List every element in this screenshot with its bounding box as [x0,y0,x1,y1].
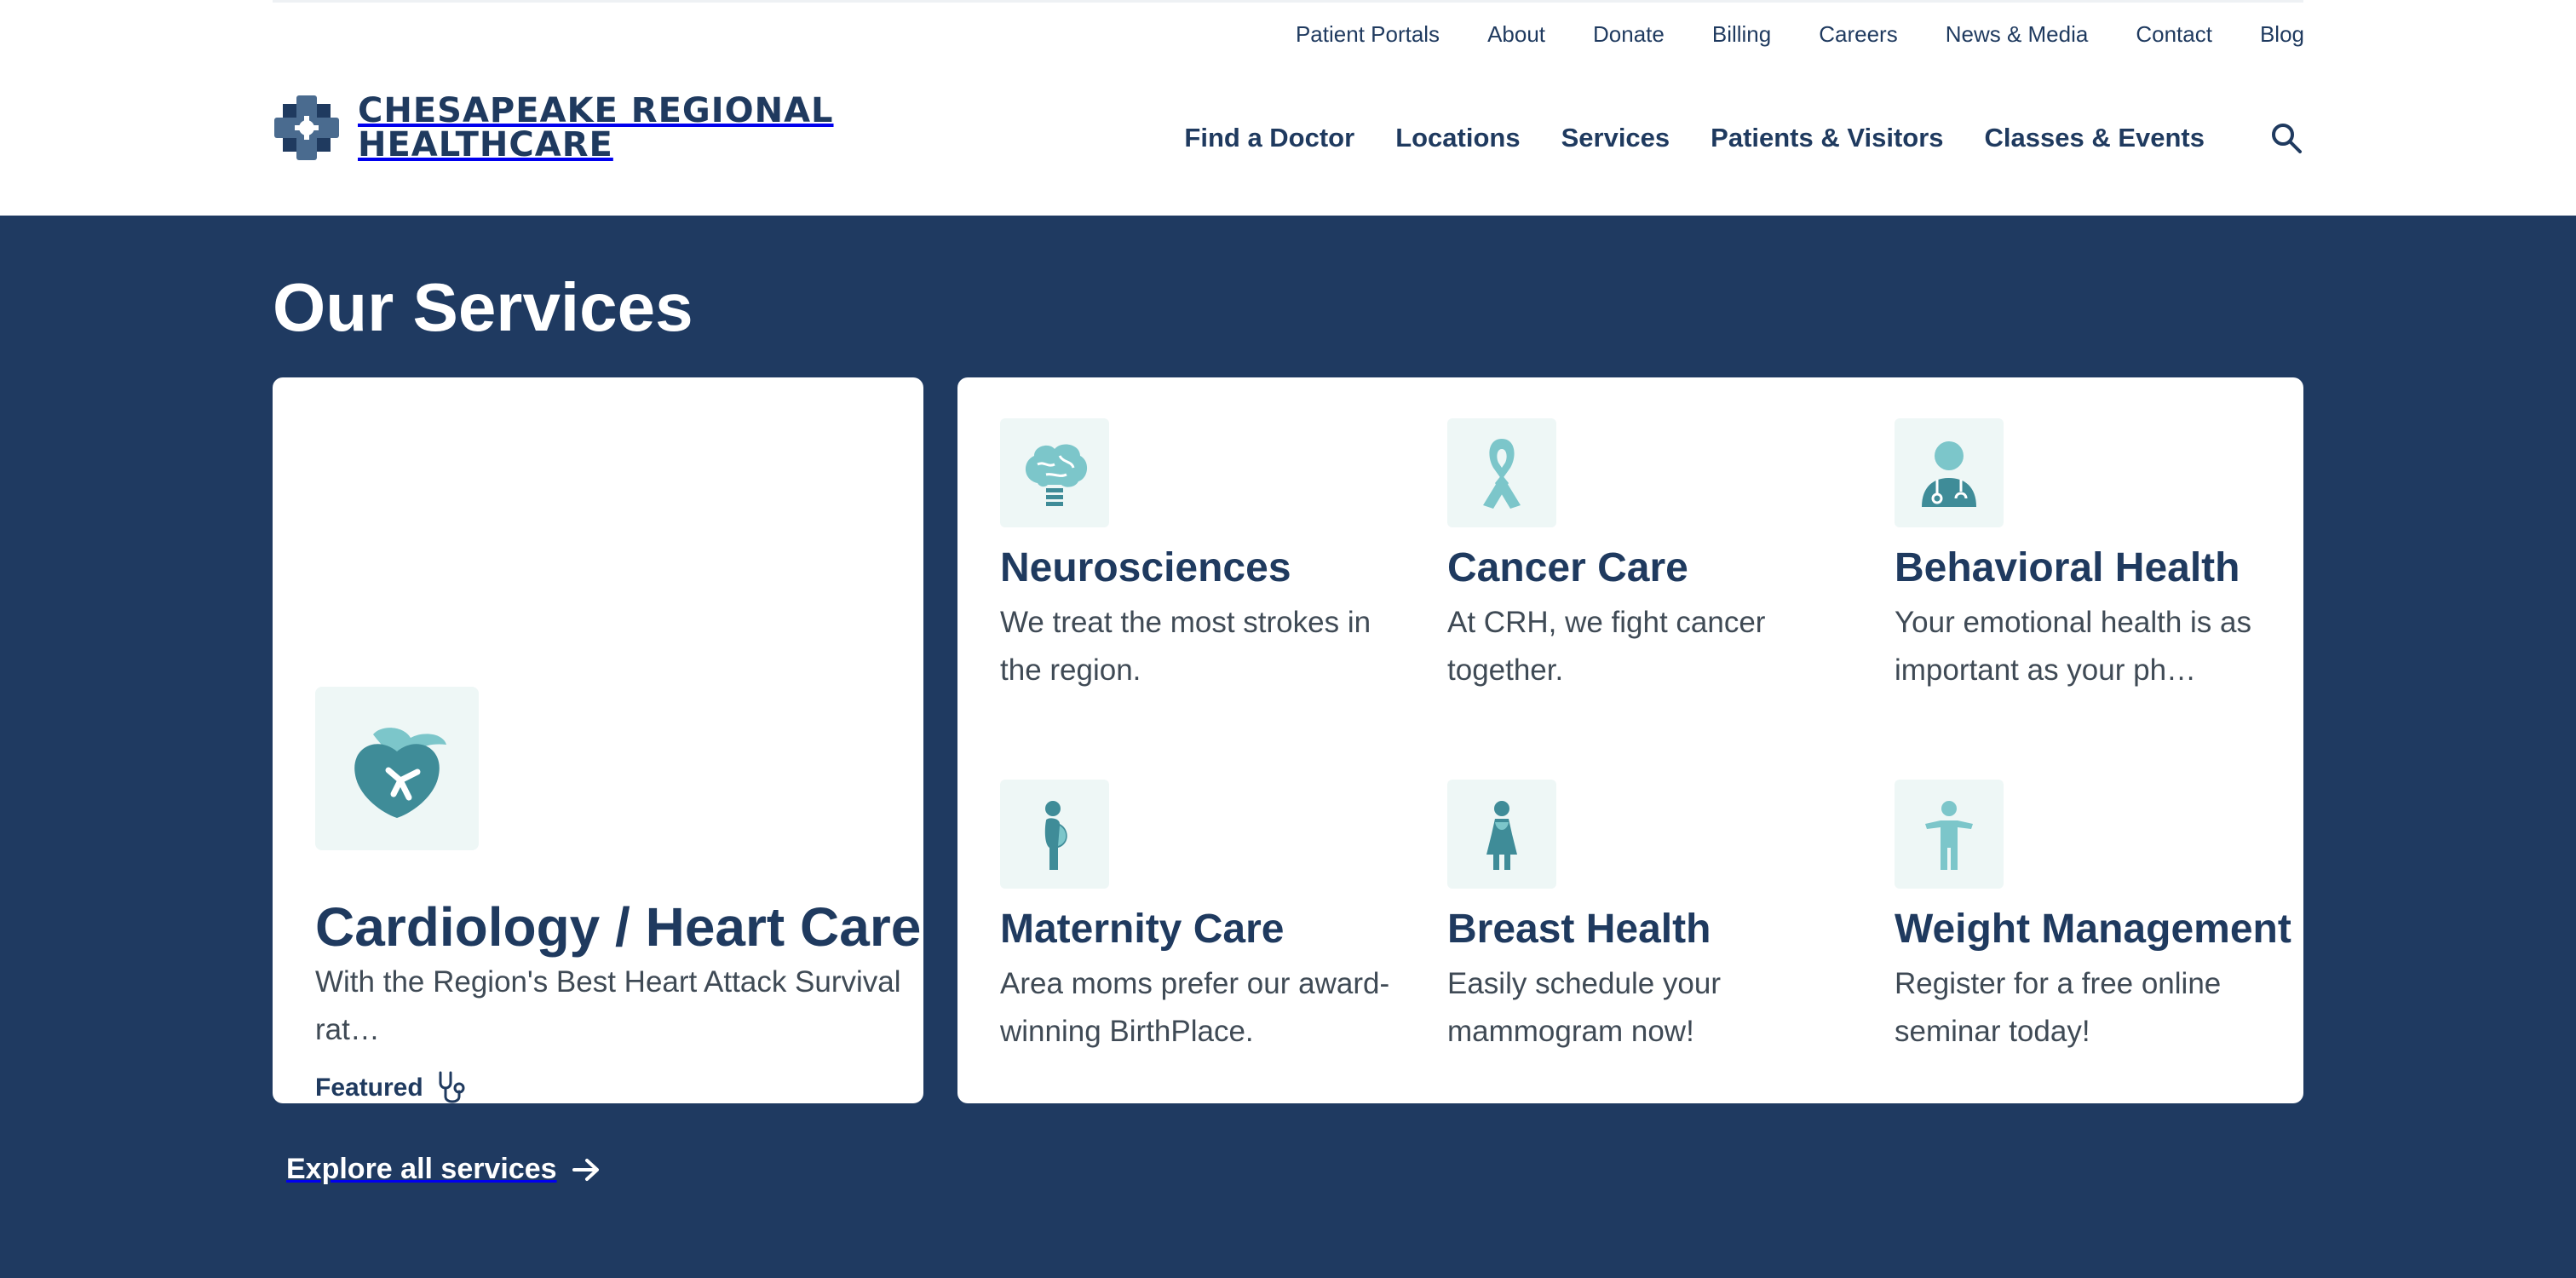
service-title: Breast Health [1447,907,1711,952]
utility-link-about[interactable]: About [1487,19,1545,49]
service-description: Easily schedule your mammogram now! [1447,967,1721,1048]
featured-service-title: Cardiology / Heart Care [315,896,922,958]
services-section: Our Services Cardiology / Heart Care Wit… [0,216,2576,1278]
search-button[interactable] [2268,119,2305,157]
nav-locations[interactable]: Locations [1395,121,1520,155]
logo-line-2: HEALTHCARE [358,125,613,164]
service-icon-tile [1447,418,1556,527]
service-title: Neurosciences [1000,545,1291,590]
logo-line-1: CHESAPEAKE REGIONAL [358,91,834,130]
service-description: We treat the most strokes in the region. [1000,606,1371,687]
service-icon-tile [1895,780,2004,889]
service-item-neurosciences[interactable]: Neurosciences We treat the most strokes … [1000,418,1392,694]
explore-all-services-link[interactable]: Explore all services [286,1153,601,1186]
service-item-maternity-care[interactable]: Maternity Care Area moms prefer our awar… [1000,780,1392,1056]
service-item-breast-health[interactable]: Breast Health Easily schedule your mammo… [1447,780,1839,1056]
nav-find-a-doctor[interactable]: Find a Doctor [1184,121,1354,155]
nav-patients-visitors[interactable]: Patients & Visitors [1711,121,1943,155]
ribbon-icon [1483,439,1521,509]
utility-link-news-media[interactable]: News & Media [1946,19,2089,49]
utility-link-careers[interactable]: Careers [1819,19,1897,49]
person-icon [1925,801,1973,870]
featured-service-description: With the Region's Best Heart Attack Surv… [315,965,901,1046]
featured-badge-label: Featured [315,1074,423,1102]
search-icon [2272,124,2302,153]
nav-classes-events[interactable]: Classes & Events [1985,121,2205,155]
main-nav: Find a Doctor Locations Services Patient… [1184,119,2305,157]
service-description: At CRH, we fight cancer together. [1447,606,1766,687]
service-icon-tile [1000,780,1109,889]
service-icon-tile [1447,780,1556,889]
stethoscope-icon [439,1071,465,1103]
pregnant-woman-icon [1044,801,1067,870]
services-grid-card: Neurosciences We treat the most strokes … [957,377,2303,1103]
logo-wordmark: CHESAPEAKE REGIONAL HEALTHCARE [358,94,834,162]
nav-services[interactable]: Services [1561,121,1670,155]
service-icon-tile [1895,418,2004,527]
section-title: Our Services [273,269,693,345]
service-description: Register for a free online seminar today… [1895,967,2222,1048]
utility-link-donate[interactable]: Donate [1593,19,1665,49]
service-item-cancer-care[interactable]: Cancer Care At CRH, we fight cancer toge… [1447,418,1839,694]
site-header: Patient Portals About Donate Billing Car… [0,0,2576,216]
explore-label: Explore all services [286,1153,557,1185]
service-title: Cancer Care [1447,545,1688,590]
featured-icon-tile [315,687,479,850]
arrow-right-icon [572,1158,599,1181]
service-icon-tile [1000,418,1109,527]
site-logo[interactable]: CHESAPEAKE REGIONAL HEALTHCARE [273,94,834,162]
service-item-weight-management[interactable]: Weight Management Register for a free on… [1895,780,2291,1056]
doctor-icon [1922,441,1976,507]
heart-icon [354,728,446,818]
utility-nav: Patient Portals About Donate Billing Car… [1296,19,2304,49]
featured-service-card[interactable]: Cardiology / Heart Care With the Region'… [273,377,923,1103]
utility-link-billing[interactable]: Billing [1712,19,1771,49]
utility-link-blog[interactable]: Blog [2260,19,2304,49]
service-item-behavioral-health[interactable]: Behavioral Health Your emotional health … [1895,418,2286,694]
service-description: Area moms prefer our award-winning Birth… [1000,967,1390,1048]
service-title: Behavioral Health [1895,545,2240,590]
service-title: Maternity Care [1000,907,1285,952]
brain-icon [1025,444,1088,506]
utility-link-patient-portals[interactable]: Patient Portals [1296,19,1440,49]
utility-link-contact[interactable]: Contact [2136,19,2212,49]
service-description: Your emotional health is as important as… [1895,606,2251,687]
logo-cross-icon [274,95,339,160]
header-top-border [273,0,2303,3]
service-title: Weight Management [1895,907,2291,952]
woman-icon [1486,801,1517,870]
featured-badge: Featured [315,1069,469,1107]
